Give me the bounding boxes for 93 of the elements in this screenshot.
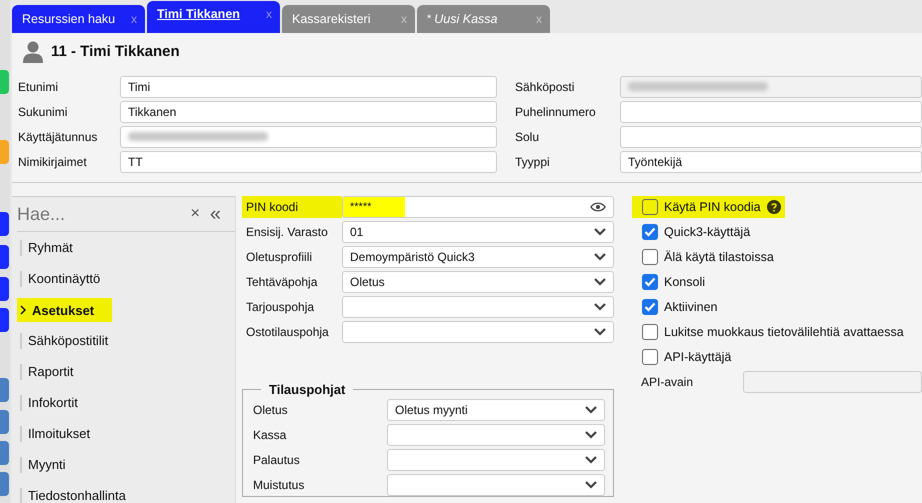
collapse-button[interactable]: « xyxy=(210,202,221,226)
field-label: Solu xyxy=(515,130,540,144)
tab[interactable]: Resurssien haku x xyxy=(12,5,145,33)
caret-icon xyxy=(585,481,597,489)
eye-icon[interactable] xyxy=(590,202,606,212)
field-label: Käyttäjätunnus xyxy=(18,130,98,144)
selected-value: Demoympäristö Quick3 xyxy=(350,250,475,264)
caret-icon xyxy=(594,303,606,311)
checkbox-label: Lukitse muokkaus tietovälilehtiä avattaessa xyxy=(664,325,904,339)
sidebar-item[interactable]: Ryhmät xyxy=(12,232,78,263)
field-value: TT xyxy=(128,154,143,168)
checkbox[interactable] xyxy=(642,274,658,290)
page-title: 11 - Timi Tikkanen xyxy=(51,43,180,60)
field-value: Timi xyxy=(128,80,150,94)
group-title: Tilauspohjat xyxy=(268,382,346,397)
checkbox-label: Konsoli xyxy=(664,275,705,289)
field-label: Ostotilauspohja xyxy=(245,324,330,341)
caret-icon xyxy=(594,278,606,286)
dropdown[interactable] xyxy=(387,449,605,471)
selected-value: Oletus xyxy=(350,275,385,289)
help-icon[interactable] xyxy=(766,200,781,214)
caret-icon xyxy=(594,253,606,261)
dropdown[interactable]: Demoympäristö Quick3 xyxy=(342,246,614,268)
dropdown[interactable] xyxy=(342,321,614,343)
modified-marker: * xyxy=(427,13,432,25)
field-label: Etunimi xyxy=(18,80,60,94)
user-icon xyxy=(23,40,43,62)
field-label: Palautus xyxy=(253,453,301,467)
field-label: Sukunimi xyxy=(18,104,68,118)
input-field[interactable] xyxy=(620,76,922,98)
input-field[interactable]: Tikkanen xyxy=(120,100,497,122)
field-label: Tyyppi xyxy=(515,154,551,168)
input-field[interactable] xyxy=(120,126,497,148)
caret-icon xyxy=(585,431,597,439)
checkbox[interactable] xyxy=(642,349,658,365)
field-value: Tikkanen xyxy=(128,104,176,118)
dropdown[interactable] xyxy=(342,296,614,318)
dropdown[interactable]: Oletus myynti xyxy=(387,399,605,421)
checkbox-label: API-käyttäjä xyxy=(664,350,732,364)
input-field[interactable]: Timi xyxy=(120,76,497,98)
field-label: Puhelinnumero xyxy=(515,104,597,118)
checkbox-label: Quick3-käyttäjä xyxy=(664,225,750,239)
checkbox[interactable] xyxy=(642,249,658,265)
sidebar-item[interactable]: Infokortit xyxy=(12,387,83,418)
sidebar-item[interactable]: Raportit xyxy=(12,356,79,387)
caret-icon xyxy=(585,456,597,464)
chevron-icon xyxy=(20,305,26,315)
caret-icon xyxy=(594,328,606,336)
field-label: Oletusprofiili xyxy=(245,249,314,266)
tab[interactable]: Kassarekisteri x xyxy=(282,5,415,33)
input-field[interactable]: Työntekijä xyxy=(620,150,922,172)
checkbox-label: Aktiivinen xyxy=(664,300,718,314)
field-value: Työntekijä xyxy=(628,154,682,168)
field-label: Nimikirjaimet xyxy=(18,154,88,168)
field-label: Sähköposti xyxy=(515,80,576,94)
checkbox[interactable] xyxy=(642,324,658,340)
field-label: Oletus xyxy=(253,403,289,417)
sidebar-item[interactable]: Asetukset xyxy=(17,298,112,322)
field-label: Muistutus xyxy=(253,478,306,492)
clear-button[interactable]: × xyxy=(190,205,200,223)
field-label: Tarjouspohja xyxy=(245,299,316,316)
selected-value: Oletus myynti xyxy=(395,403,468,417)
field-label: API-avain xyxy=(641,375,694,389)
caret-icon xyxy=(594,228,606,236)
caret-icon xyxy=(585,406,597,414)
sidebar-item[interactable]: Myynti xyxy=(12,449,71,480)
dropdown[interactable]: 01 xyxy=(342,221,614,243)
input-field[interactable] xyxy=(743,371,922,393)
input-field[interactable] xyxy=(620,100,922,122)
tab[interactable]: * Uusi Kassa x xyxy=(417,5,550,33)
field-label: Kassa xyxy=(253,428,288,442)
password-field[interactable]: ***** xyxy=(342,196,614,218)
checkbox[interactable] xyxy=(642,299,658,315)
search-field[interactable]: Hae... xyxy=(17,204,181,224)
checkbox[interactable] xyxy=(642,199,658,215)
dropdown[interactable]: Oletus xyxy=(342,271,614,293)
field-label: Tehtäväpohja xyxy=(245,274,318,291)
sidebar-item[interactable]: Ilmoitukset xyxy=(12,418,96,449)
sidebar-item[interactable]: Sähköpostitilit xyxy=(12,325,114,356)
checkbox[interactable] xyxy=(642,224,658,240)
input-field[interactable]: TT xyxy=(120,150,497,172)
dropdown[interactable] xyxy=(387,424,605,446)
sidebar-item[interactable]: Tiedostonhallinta xyxy=(12,480,131,503)
tab[interactable]: Timi Tikkanen x xyxy=(147,1,280,33)
field-label: Ensisij. Varasto xyxy=(245,224,329,241)
masked-value: ***** xyxy=(350,201,372,213)
input-field[interactable] xyxy=(620,126,922,148)
sidebar-item[interactable]: Koontinäyttö xyxy=(12,263,106,294)
field-label: PIN koodi xyxy=(242,196,342,218)
dropdown[interactable] xyxy=(387,474,605,496)
checkbox-label: Älä käytä tilastoissa xyxy=(664,250,774,264)
checkbox-label: Käytä PIN koodia xyxy=(664,200,761,214)
selected-value: 01 xyxy=(350,225,364,239)
